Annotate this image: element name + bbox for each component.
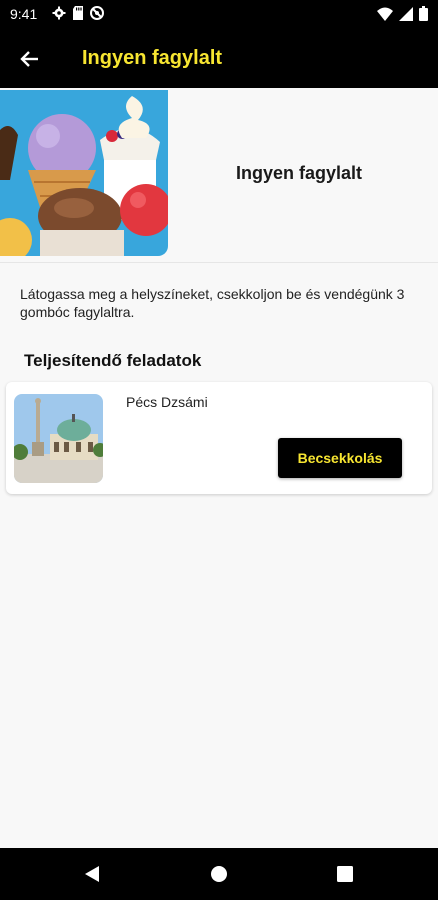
nav-recents-button[interactable] (333, 862, 357, 886)
nav-back-button[interactable] (80, 862, 104, 886)
no-disturb-icon (90, 6, 104, 20)
checkin-button[interactable]: Becsekkolás (278, 438, 402, 478)
arrow-back-icon (20, 51, 38, 67)
description-text: Látogassa meg a helyszíneket, csekkoljon… (20, 286, 405, 320)
status-time: 9:41 (10, 6, 38, 22)
task-card: Pécs Dzsámi Becsekkolás (6, 382, 432, 494)
system-nav-bar (0, 848, 438, 900)
status-icons-right (377, 6, 428, 21)
back-button[interactable] (12, 42, 48, 76)
nav-recents-icon (337, 866, 353, 882)
cellular-signal-icon (399, 6, 413, 21)
hero-image (0, 90, 168, 256)
task-name: Pécs Dzsámi (126, 394, 208, 410)
nav-home-button[interactable] (207, 862, 231, 886)
sd-card-icon (73, 6, 83, 20)
nav-back-icon (85, 866, 99, 882)
ice-cream-photo (0, 90, 168, 256)
divider (0, 262, 438, 263)
status-icons-left (52, 6, 104, 20)
page-title: Ingyen fagylalt (82, 47, 223, 69)
app-bar: Ingyen fagylalt (0, 30, 438, 88)
battery-icon (419, 6, 428, 21)
status-bar: 9:41 (0, 0, 438, 30)
hero-title: Ingyen fagylalt (236, 163, 363, 183)
gear-icon (52, 6, 66, 20)
tasks-heading: Teljesítendő feladatok (24, 351, 202, 370)
wifi-icon (377, 7, 393, 21)
task-thumbnail (14, 394, 103, 483)
nav-home-icon (211, 866, 227, 882)
mosque-photo (14, 394, 103, 483)
hero-section: Ingyen fagylalt (0, 88, 438, 258)
